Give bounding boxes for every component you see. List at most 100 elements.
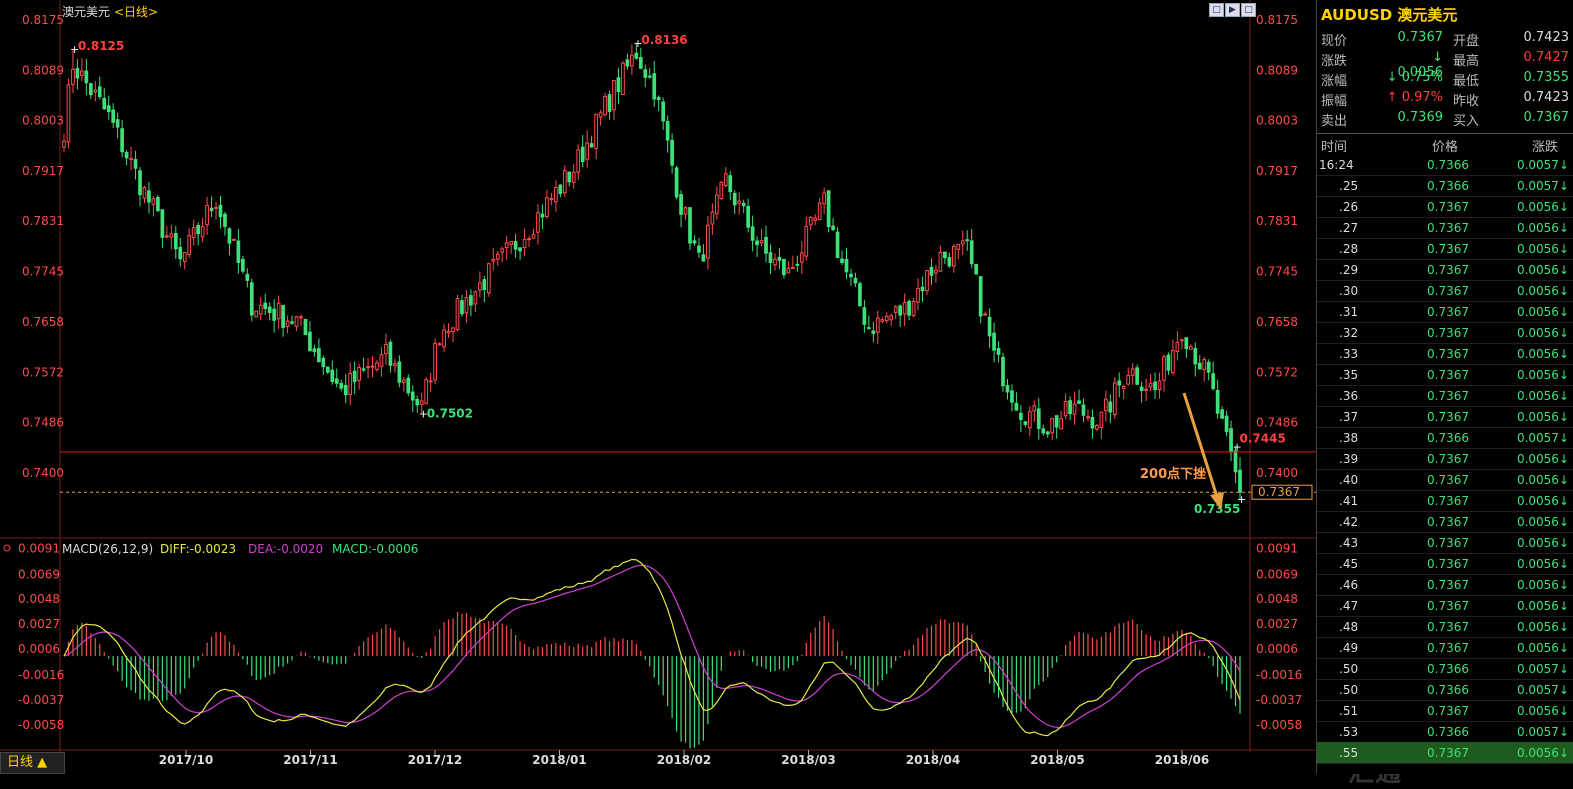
tick-row[interactable]: .46 0.7367 0.0056↓ (1317, 574, 1573, 596)
tick-price: 0.7367 (1427, 515, 1469, 529)
tick-row[interactable]: .45 0.7367 0.0056↓ (1317, 553, 1573, 575)
candle-body (902, 302, 907, 315)
tick-row[interactable]: .37 0.7367 0.0056↓ (1317, 406, 1573, 428)
tick-row[interactable]: .55 0.7367 0.0056↓ (1317, 742, 1573, 764)
candle-body (996, 347, 1001, 355)
tick-row[interactable]: .39 0.7367 0.0056↓ (1317, 448, 1573, 470)
candle-body (486, 263, 491, 294)
candle-body (308, 331, 312, 352)
tick-row[interactable]: .31 0.7367 0.0056↓ (1317, 301, 1573, 323)
tick-row[interactable]: .29 0.7367 0.0056↓ (1317, 259, 1573, 281)
price-tick-left: 0.8003 (22, 114, 64, 128)
tick-row[interactable]: .50 0.7366 0.0057↓ (1317, 658, 1573, 680)
candle-body (1157, 380, 1162, 391)
tick-row[interactable]: .49 0.7367 0.0056↓ (1317, 637, 1573, 659)
tick-row[interactable]: .43 0.7367 0.0056↓ (1317, 532, 1573, 554)
macd-tick-left: 0.0027 (18, 617, 60, 631)
tick-row[interactable]: .42 0.7367 0.0056↓ (1317, 511, 1573, 533)
tick-row[interactable]: .48 0.7367 0.0056↓ (1317, 616, 1573, 638)
candle-body (1108, 401, 1113, 413)
tick-row[interactable]: .53 0.7366 0.0057↓ (1317, 721, 1573, 743)
tick-change: 0.0056↓ (1516, 263, 1569, 277)
tick-change: 0.0056↓ (1516, 620, 1569, 634)
candle-body (437, 343, 442, 346)
candle-body (804, 225, 809, 257)
macd-tick-left: 0.0048 (18, 592, 60, 606)
candle-body (692, 240, 697, 244)
tick-price: 0.7366 (1427, 158, 1469, 172)
candle-body (1001, 356, 1005, 387)
candle-body (580, 146, 585, 163)
candle-body (509, 241, 514, 245)
candle-body (1202, 359, 1207, 370)
candle-body (223, 213, 227, 227)
price-tick-left: 0.7572 (22, 365, 64, 379)
tick-table-header: 时间 价格 涨跌 (1317, 133, 1573, 155)
candle-body (1045, 431, 1050, 435)
candle-body (589, 143, 594, 148)
tick-row[interactable]: .50 0.7366 0.0057↓ (1317, 679, 1573, 701)
candle-body (1171, 350, 1175, 374)
candle-body (1095, 424, 1099, 430)
candle-body (482, 279, 487, 291)
candle-body (1220, 409, 1224, 419)
tick-row[interactable]: .36 0.7367 0.0056↓ (1317, 385, 1573, 407)
macd-params: MACD(26,12,9) (62, 542, 153, 556)
candle-body (621, 62, 625, 96)
tick-change: 0.0056↓ (1516, 326, 1569, 340)
candle-body (1197, 362, 1202, 370)
candle-body (1050, 418, 1055, 434)
tick-row[interactable]: .35 0.7367 0.0056↓ (1317, 364, 1573, 386)
candle-body (978, 276, 983, 317)
tick-row[interactable]: .47 0.7367 0.0056↓ (1317, 595, 1573, 617)
tick-row[interactable]: .38 0.7366 0.0057↓ (1317, 427, 1573, 449)
candle-body (1238, 469, 1242, 493)
tick-row[interactable]: .28 0.7367 0.0056↓ (1317, 238, 1573, 260)
candle-body (884, 315, 889, 322)
period-tab-daily[interactable]: 日线 ▲ (0, 752, 65, 774)
candle-body (956, 243, 961, 250)
chart-area[interactable]: 0.8175 0.8175 0.8089 0.8089 0.8003 0.8003 0.79… (0, 0, 1444, 788)
tick-row[interactable]: .26 0.7367 0.0056↓ (1317, 196, 1573, 218)
candle-body (893, 306, 898, 313)
maximize-button[interactable]: □ (1241, 3, 1256, 17)
play-button[interactable]: ▶ (1225, 3, 1240, 17)
candle-body (1224, 415, 1229, 433)
tick-row[interactable]: .27 0.7367 0.0056↓ (1317, 217, 1573, 239)
candle-body (254, 310, 259, 318)
tick-change: 0.0057↓ (1516, 179, 1569, 193)
tick-row[interactable]: .51 0.7367 0.0056↓ (1317, 700, 1573, 722)
candle-body (182, 251, 187, 263)
tick-change: 0.0056↓ (1516, 578, 1569, 592)
tick-price: 0.7367 (1427, 305, 1469, 319)
candle-body (1206, 361, 1211, 373)
restore-button[interactable]: □ (1209, 3, 1224, 17)
candle-body (826, 190, 831, 228)
tick-change: 0.0056↓ (1516, 473, 1569, 487)
tick-row[interactable]: .41 0.7367 0.0056↓ (1317, 490, 1573, 512)
candle-body (138, 170, 142, 196)
tick-row[interactable]: .40 0.7367 0.0056↓ (1317, 469, 1573, 491)
candle-body (1041, 428, 1046, 434)
candle-body (102, 97, 107, 110)
quote-row: 卖出 0.7369 买入 0.7367 (1317, 110, 1573, 130)
candle-body (925, 270, 929, 292)
quote-value: 0.7423 (1523, 90, 1570, 105)
tick-price: 0.7367 (1427, 221, 1469, 235)
quote-value: 0.7369 (1397, 110, 1444, 125)
tick-row[interactable]: .30 0.7367 0.0056↓ (1317, 280, 1573, 302)
candle-body (1148, 382, 1153, 388)
tick-row[interactable]: .33 0.7367 0.0056↓ (1317, 343, 1573, 365)
period-label: <日线> (114, 5, 159, 19)
candlestick-chart[interactable]: 0.8175 0.8175 0.8089 0.8089 0.8003 0.8003 0.79… (0, 0, 1316, 774)
candle-body (875, 317, 880, 333)
tick-row[interactable]: .32 0.7367 0.0056↓ (1317, 322, 1573, 344)
tick-row[interactable]: 16:24 0.7366 0.0057↓ (1317, 154, 1573, 176)
candle-body (124, 151, 129, 159)
price-tick-left: 0.8175 (22, 13, 64, 27)
candle-body (218, 204, 223, 218)
tick-row[interactable]: .25 0.7366 0.0057↓ (1317, 175, 1573, 197)
macd-tick-left: 0.0006 (18, 642, 60, 656)
tick-time: .39 (1339, 452, 1359, 466)
candle-body (858, 283, 862, 307)
